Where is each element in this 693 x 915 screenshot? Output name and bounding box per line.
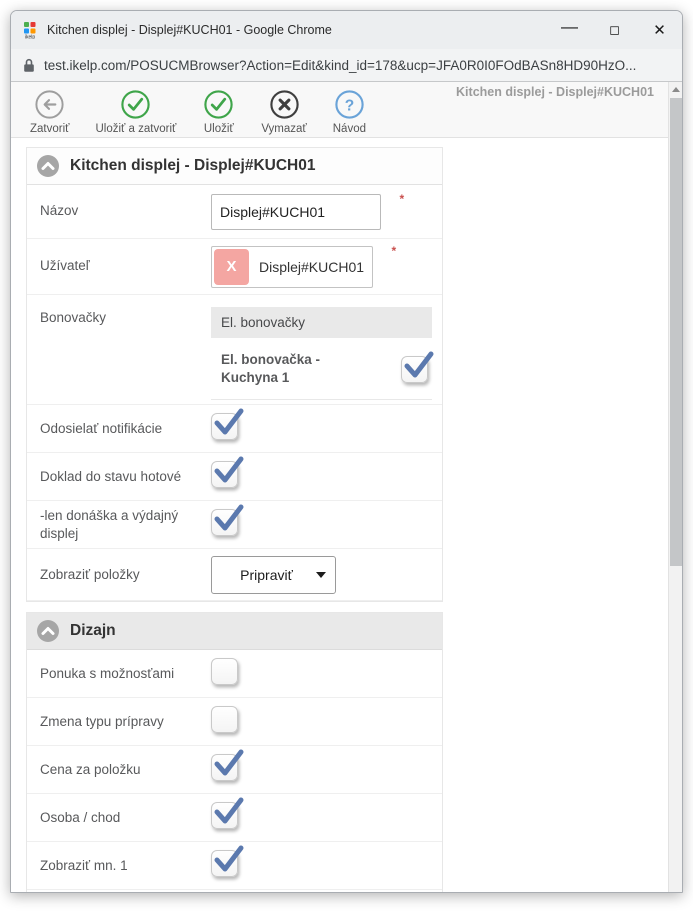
clipped-row [27,889,442,892]
osoba-checkbox[interactable] [211,802,238,829]
uzivatel-field[interactable]: X Displej#KUCH01 [211,246,373,288]
select-value: Pripraviť [221,567,312,583]
address-bar[interactable]: test.ikelp.com/POSUCMBrowser?Action=Edit… [11,49,682,82]
lock-icon[interactable] [23,58,35,73]
dizajn-section: Dizajn Ponuka s možnosťami [26,612,443,892]
zmena-typu-label: Zmena typu prípravy [40,713,211,731]
bonovacky-item-checkbox[interactable] [401,356,428,383]
tool-label: Vymazať [261,123,306,135]
tool-label: Uložiť [204,123,234,135]
scroll-up-button[interactable] [669,82,682,97]
window-title: Kitchen displej - Displej#KUCH01 - Googl… [47,23,547,37]
collapse-chevron-icon[interactable] [36,619,60,643]
maximize-button[interactable]: ◻ [592,11,637,49]
osoba-label: Osoba / chod [40,809,211,827]
app-toolbar: Zatvoriť Uložiť a zatvoriť Uložiť [11,82,668,138]
scroll-up-icon [672,87,680,92]
check-icon [213,747,246,780]
check-icon [213,454,246,487]
ponuka-checkbox[interactable] [211,658,238,685]
section-title: Kitchen displej - Displej#KUCH01 [70,157,315,175]
check-icon [403,349,436,382]
len-donaska-checkbox[interactable] [211,509,238,536]
svg-text:?: ? [345,97,354,114]
question-circle-icon: ? [333,88,366,121]
ponuka-label: Ponuka s možnosťami [40,665,211,683]
browser-window: ikelp Kitchen displej - Displej#KUCH01 -… [10,10,683,893]
ikelp-favicon: ikelp [21,21,39,39]
save-and-close-button[interactable]: Uložiť a zatvoriť [82,87,189,136]
zmena-typu-row: Zmena typu prípravy [27,698,442,746]
bonovacky-label: Bonovačky [40,295,211,327]
zobrazit-mn-label: Zobraziť mn. 1 [40,857,211,875]
doklad-checkbox[interactable] [211,461,238,488]
svg-text:ikelp: ikelp [25,35,36,40]
bonovacky-table-header: El. bonovačky [211,307,432,338]
tool-label: Uložiť a zatvoriť [95,123,176,135]
close-button[interactable]: ✕ [637,11,682,49]
save-button[interactable]: Uložiť [189,87,248,136]
zobrazit-mn-checkbox[interactable] [211,850,238,877]
uzivatel-value: Displej#KUCH01 [259,259,364,275]
doklad-label: Doklad do stavu hotové [40,468,211,486]
odosielat-row: Odosielať notifikácie [27,405,442,453]
toolbar-context-title: Kitchen displej - Displej#KUCH01 [456,85,654,99]
bonovacky-row: Bonovačky El. bonovačky El. bonovačka - … [27,295,442,405]
check-icon [213,795,246,828]
osoba-row: Osoba / chod [27,794,442,842]
main-section: Kitchen displej - Displej#KUCH01 Názov *… [26,147,443,602]
len-donaska-label: -len donáška a výdajný displej [40,507,211,543]
check-icon [213,406,246,439]
dizajn-section-header: Dizajn [27,613,442,650]
len-donaska-row: -len donáška a výdajný displej [27,501,442,549]
zobrazit-mn-row: Zobraziť mn. 1 [27,842,442,890]
help-button[interactable]: ? Návod [320,87,379,136]
url-text: test.ikelp.com/POSUCMBrowser?Action=Edit… [44,58,636,73]
nazov-label: Názov [40,202,211,220]
zobrazit-polozky-label: Zobraziť položky [40,566,211,584]
zobrazit-polozky-row: Zobraziť položky Pripraviť [27,549,442,601]
cena-row: Cena za položku [27,746,442,794]
check-circle-icon [202,88,235,121]
zmena-typu-checkbox[interactable] [211,706,238,733]
delete-button[interactable]: Vymazať [248,87,319,136]
nazov-row: Názov * [27,185,442,239]
tool-label: Návod [333,123,366,135]
check-icon [213,843,246,876]
section-title: Dizajn [70,622,116,640]
close-form-button[interactable]: Zatvoriť [17,87,82,136]
main-section-header: Kitchen displej - Displej#KUCH01 [27,148,442,185]
page-viewport: Zatvoriť Uložiť a zatvoriť Uložiť [11,82,682,892]
cross-circle-icon [268,88,301,121]
back-arrow-icon [33,88,66,121]
ponuka-row: Ponuka s možnosťami [27,650,442,698]
required-asterisk: * [391,244,396,258]
nazov-input[interactable] [211,194,381,230]
uzivatel-row: Užívateľ X Displej#KUCH01 * [27,239,442,295]
zobrazit-polozky-select[interactable]: Pripraviť [211,556,336,594]
check-circle-icon [119,88,152,121]
clear-user-button[interactable]: X [214,249,249,285]
required-asterisk: * [399,192,404,206]
scrollbar-thumb[interactable] [670,98,682,566]
chevron-down-icon [316,572,326,578]
odosielat-checkbox[interactable] [211,413,238,440]
form-area: Kitchen displej - Displej#KUCH01 Názov *… [11,138,668,892]
tool-label: Zatvoriť [30,123,69,135]
page-scrollbar[interactable] [668,82,682,892]
doklad-row: Doklad do stavu hotové [27,453,442,501]
minimize-button[interactable]: — [547,11,592,49]
bonovacky-item-row: El. bonovačka - Kuchyna 1 [211,341,432,400]
bonovacky-item-label: El. bonovačka - Kuchyna 1 [221,351,376,387]
cena-checkbox[interactable] [211,754,238,781]
bonovacky-table: El. bonovačky El. bonovačka - Kuchyna 1 [211,295,432,404]
window-titlebar: ikelp Kitchen displej - Displej#KUCH01 -… [11,11,682,49]
odosielat-label: Odosielať notifikácie [40,420,211,438]
collapse-chevron-icon[interactable] [36,154,60,178]
cena-label: Cena za položku [40,761,211,779]
uzivatel-label: Užívateľ [40,257,211,275]
check-icon [213,502,246,535]
